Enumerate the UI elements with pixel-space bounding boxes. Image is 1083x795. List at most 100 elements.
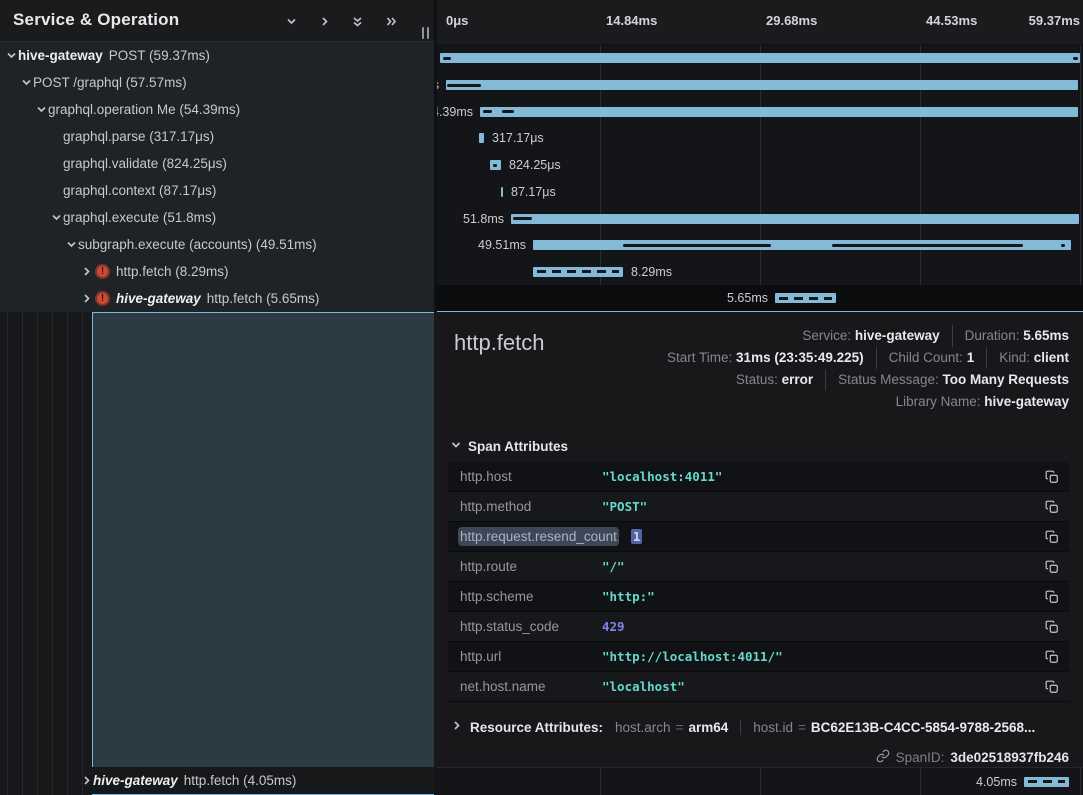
timeline-row[interactable]: 824.25μs (437, 152, 1083, 179)
span-tree-row[interactable]: !hive-gatewayhttp.fetch (5.65ms) (0, 285, 434, 312)
bar-duration-label: 51.8ms (463, 212, 504, 226)
resource-attributes-row[interactable]: Resource Attributes:host.arch=arm64host.… (450, 714, 1069, 740)
chevron-down-icon[interactable] (284, 14, 299, 29)
chevron-right-icon[interactable] (80, 774, 93, 787)
chevron-down-icon[interactable] (35, 103, 48, 116)
chevrons-right-icon[interactable] (383, 14, 398, 29)
copy-icon[interactable] (1045, 590, 1059, 604)
span-detail-meta: Service: hive-gatewayDuration: 5.65msSta… (667, 325, 1069, 413)
timeline-gridline (760, 768, 761, 795)
timeline-row[interactable]: 87.17μs (437, 179, 1083, 206)
span-tree-row[interactable]: hive-gateway POST (59.37ms) (0, 42, 434, 69)
span-tree-row[interactable]: graphql.execute (51.8ms) (0, 204, 434, 231)
span-duration-bar[interactable] (1024, 777, 1069, 787)
span-tree-row[interactable]: !http.fetch (8.29ms) (0, 258, 434, 285)
copy-icon[interactable] (1045, 500, 1059, 514)
span-service-name: hive-gateway (18, 48, 103, 63)
meta-label: Status: (736, 369, 782, 391)
span-attributes-header-label: Span Attributes (468, 439, 568, 454)
copy-icon[interactable] (1045, 620, 1059, 634)
span-tree-row[interactable]: subgraph.execute (accounts) (49.51ms) (0, 231, 434, 258)
meta-value: hive-gateway (984, 391, 1069, 413)
meta-pair: Start Time: 31ms (23:35:49.225) (667, 347, 864, 369)
copy-icon[interactable] (1045, 560, 1059, 574)
bar-duration-label: 87.17μs (511, 185, 556, 199)
chevron-down-icon[interactable] (20, 76, 33, 89)
timeline-row[interactable]: 51.8ms (437, 205, 1083, 232)
equals-sign: = (671, 720, 689, 735)
timeline-gridline (1080, 768, 1081, 795)
meta-row: Service: hive-gatewayDuration: 5.65ms (667, 325, 1069, 347)
span-duration-bar[interactable] (440, 53, 1080, 63)
chevron-right-icon[interactable] (80, 265, 93, 278)
meta-pair: Child Count: 1 (876, 347, 975, 369)
timeline-row[interactable] (437, 45, 1083, 72)
resource-value: BC62E13B-C4CC-5854-9788-2568... (811, 720, 1035, 735)
chevron-down-icon[interactable] (5, 49, 18, 62)
span-operation-label: POST (59.37ms) (109, 48, 210, 63)
meta-row: Start Time: 31ms (23:35:49.225) Child Cou… (667, 347, 1069, 369)
span-tree-row[interactable]: graphql.parse (317.17μs) (0, 123, 434, 150)
copy-icon[interactable] (1045, 680, 1059, 694)
span-duration-bar[interactable] (479, 133, 484, 143)
span-duration-bar[interactable] (511, 214, 1079, 224)
ruler-tick-label: 59.37ms (1029, 13, 1080, 28)
tree-panel-title: Service & Operation (13, 10, 179, 30)
trace-viewer: hive-gateway POST (59.37ms) POST /graphql … (0, 0, 1083, 795)
span-operation-label: POST /graphql (57.57ms) (33, 75, 187, 90)
span-duration-bar[interactable] (533, 240, 1071, 250)
meta-pair: Status: error (736, 369, 813, 391)
copy-icon[interactable] (1045, 530, 1059, 544)
chevron-right-icon[interactable] (80, 292, 93, 305)
timeline-row[interactable]: 49.51ms (437, 232, 1083, 259)
span-duration-bar[interactable] (490, 160, 501, 170)
link-icon[interactable] (876, 749, 890, 766)
child-span-marker (502, 110, 514, 113)
meta-value: client (1034, 347, 1069, 369)
timeline-row[interactable]: 57.57ms (437, 72, 1083, 99)
attribute-row: http.scheme"http:" (448, 582, 1069, 611)
chevron-right-icon[interactable] (317, 14, 332, 29)
row-accent-border (92, 312, 434, 313)
span-duration-bar[interactable] (533, 267, 623, 277)
span-service-name: hive-gateway (116, 291, 201, 306)
bar-duration-label: 824.25μs (509, 158, 561, 172)
attribute-key: http.status_code (460, 619, 588, 634)
span-attributes-header[interactable]: Span Attributes (450, 439, 568, 454)
meta-value: 31ms (23:35:49.225) (736, 347, 864, 369)
span-tree-row[interactable]: graphql.operation Me (54.39ms) (0, 96, 434, 123)
timeline-row[interactable]: 8.29ms (437, 259, 1083, 286)
attribute-key: http.scheme (460, 589, 588, 604)
timeline-gridline (920, 768, 921, 795)
timeline-row[interactable]: 54.39ms (437, 98, 1083, 125)
meta-label: Duration: (965, 325, 1024, 347)
span-duration-bar[interactable] (446, 80, 1078, 90)
span-id-row: SpanID: 3de02518937fb246 (876, 746, 1069, 767)
span-duration-bar[interactable] (480, 107, 1078, 117)
span-tree-row[interactable]: graphql.context (87.17μs) (0, 177, 434, 204)
span-duration-bar[interactable] (501, 187, 503, 197)
copy-icon[interactable] (1045, 470, 1059, 484)
timeline-row[interactable]: 317.17μs (437, 125, 1083, 152)
bar-duration-label: 8.29ms (631, 265, 672, 279)
chevrons-down-icon[interactable] (350, 14, 365, 29)
span-tree-row[interactable]: POST /graphql (57.57ms) (0, 69, 434, 96)
bar-duration-label: 49.51ms (478, 238, 526, 252)
meta-pair: Service: hive-gateway (802, 325, 939, 347)
chevron-down-icon[interactable] (65, 238, 78, 251)
span-duration-bar[interactable] (775, 293, 836, 303)
timeline-row[interactable]: 5.65ms (437, 285, 1083, 312)
attribute-value: "POST" (602, 499, 647, 514)
chevron-down-icon[interactable] (50, 211, 63, 224)
span-operation-label: http.fetch (8.29ms) (116, 264, 229, 279)
span-tree-row[interactable]: graphql.validate (824.25μs) (0, 150, 434, 177)
copy-icon[interactable] (1045, 650, 1059, 664)
resource-attribute: host.id=BC62E13B-C4CC-5854-9788-2568... (740, 720, 1035, 735)
panel-resize-handle-icon[interactable] (422, 27, 429, 39)
ruler-tick-label: 0μs (446, 13, 468, 28)
span-operation-label: http.fetch (5.65ms) (207, 291, 320, 306)
attribute-row: http.status_code429 (448, 612, 1069, 641)
chevron-right-icon (450, 719, 470, 735)
span-tree-row[interactable]: hive-gatewayhttp.fetch (4.05ms) (0, 767, 434, 794)
bottom-timeline-row: 4.05ms (437, 767, 1083, 795)
